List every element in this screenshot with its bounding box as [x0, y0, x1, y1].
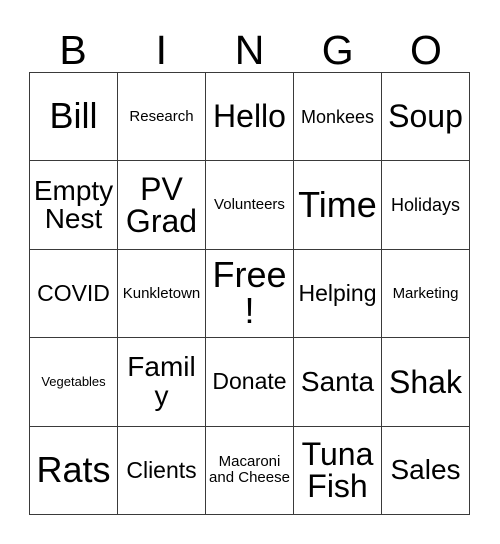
bingo-cell-label: Holidays — [390, 194, 461, 215]
bingo-cell-label: COVID — [37, 279, 110, 306]
bingo-cell-label: Family — [127, 351, 196, 411]
bingo-cell-label: Donate — [212, 368, 287, 395]
bingo-cell-label: Macaroni and Cheese — [209, 452, 290, 487]
bingo-cell-label: Kunkletown — [122, 284, 201, 302]
bingo-cell-label: Clients — [126, 456, 197, 483]
bingo-cell-label: Sales — [390, 454, 461, 486]
bingo-cell-label: Monkees — [300, 106, 375, 127]
bingo-cell[interactable]: Rats — [30, 426, 118, 515]
bingo-cell[interactable]: Volunteers — [206, 161, 294, 250]
bingo-cell-label: Research — [129, 108, 194, 126]
header-letter-n: N — [234, 27, 265, 73]
bingo-cell-label: Soup — [388, 98, 463, 135]
bingo-cell[interactable]: Monkees — [294, 73, 382, 162]
header-letter-g: G — [321, 27, 354, 73]
bingo-cell-label: PV Grad — [125, 171, 198, 240]
bingo-cell[interactable]: Macaroni and Cheese — [206, 426, 294, 515]
bingo-card: B I N G O Bill Research Hello Monkees Soup Em… — [0, 0, 500, 544]
bingo-cell-label: Hello — [213, 98, 286, 135]
bingo-cell[interactable]: Tuna Fish — [294, 426, 382, 515]
bingo-cell-label: Free! — [212, 253, 287, 332]
bingo-cell[interactable]: Marketing — [382, 249, 470, 339]
bingo-cell-label: Volunteers — [214, 196, 285, 214]
bingo-cell[interactable]: Sales — [382, 426, 470, 515]
bingo-cell[interactable]: Hello — [206, 73, 294, 162]
bingo-cell[interactable]: COVID — [30, 249, 118, 339]
bingo-cell-label: Empty Nest — [33, 175, 114, 235]
header-letter-o: O — [409, 27, 442, 73]
bingo-cell[interactable]: Bill — [30, 73, 118, 162]
bingo-header-row: B I N G O — [29, 18, 470, 72]
bingo-cell[interactable]: PV Grad — [118, 161, 206, 250]
bingo-cell[interactable]: Vegetables — [30, 338, 118, 427]
bingo-cell-label: Rats — [36, 448, 111, 490]
bingo-cell-label: Marketing — [392, 284, 459, 302]
bingo-cell[interactable]: Research — [118, 73, 206, 162]
bingo-cell[interactable]: Shak — [382, 338, 470, 427]
bingo-cell[interactable]: Clients — [118, 426, 206, 515]
bingo-cell[interactable]: Donate — [206, 338, 294, 427]
bingo-cell-label: Vegetables — [41, 374, 106, 390]
bingo-cell[interactable]: Helping — [294, 249, 382, 339]
bingo-cell[interactable]: Time — [294, 161, 382, 250]
bingo-cell-label: Bill — [49, 95, 98, 137]
bingo-grid: Bill Research Hello Monkees Soup Empty Nest PV… — [29, 72, 470, 515]
bingo-cell[interactable]: Santa — [294, 338, 382, 427]
header-letter-i: I — [155, 27, 167, 73]
bingo-cell-label: Helping — [298, 279, 377, 306]
header-letter-b: B — [59, 27, 87, 73]
bingo-cell-label: Time — [298, 183, 377, 225]
bingo-cell[interactable]: Empty Nest — [30, 161, 118, 250]
bingo-cell[interactable]: Family — [118, 338, 206, 427]
bingo-cell-label: Santa — [300, 365, 375, 397]
bingo-cell-label: Tuna Fish — [301, 436, 374, 505]
bingo-cell-label: Shak — [389, 363, 462, 400]
bingo-cell-free-space[interactable]: Free! — [206, 249, 294, 339]
bingo-cell[interactable]: Kunkletown — [118, 249, 206, 339]
bingo-cell[interactable]: Holidays — [382, 161, 470, 250]
bingo-cell[interactable]: Soup — [382, 73, 470, 162]
